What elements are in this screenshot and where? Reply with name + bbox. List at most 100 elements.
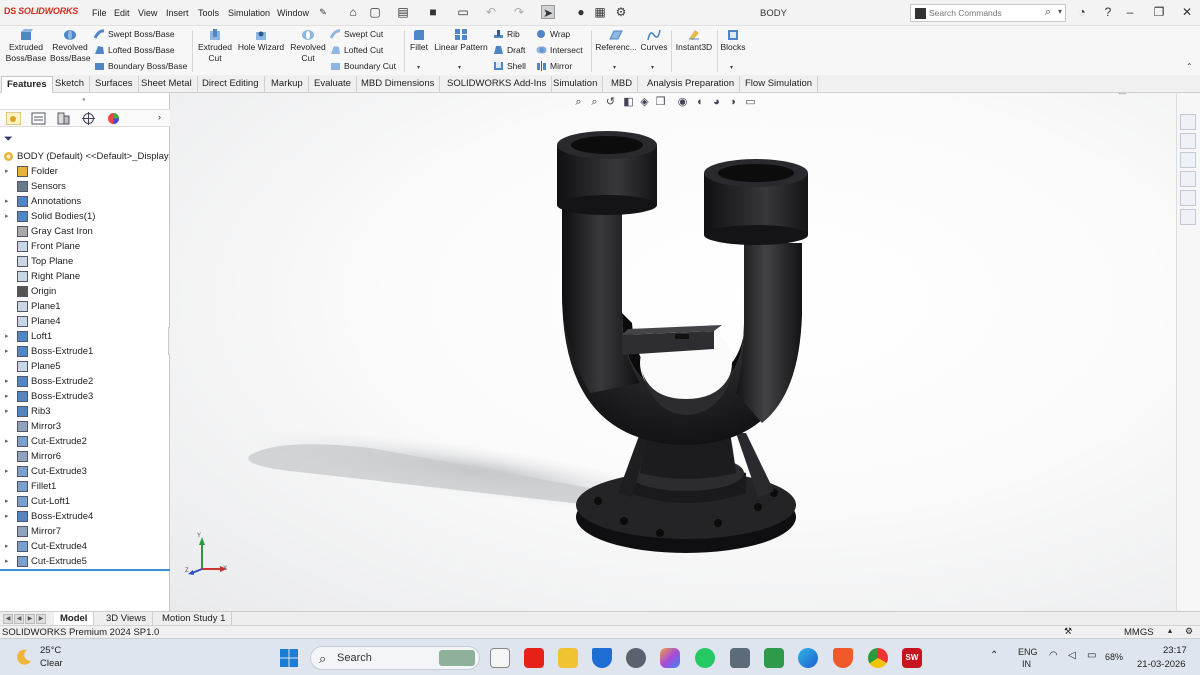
- expand-arrow-icon[interactable]: ▸: [5, 434, 9, 449]
- expand-arrow-icon[interactable]: ▸: [5, 329, 9, 344]
- whatsapp-icon[interactable]: [695, 648, 715, 668]
- tree-item[interactable]: Plane1: [0, 299, 170, 314]
- panel-grip-icon[interactable]: ●: [82, 97, 86, 103]
- tree-item[interactable]: ▸ Solid Bodies(1): [0, 209, 170, 224]
- next-tab-arrow-icon[interactable]: ▶: [25, 614, 35, 624]
- revolved-boss-button[interactable]: Revolved Boss/Base: [50, 28, 91, 64]
- expand-arrow-icon[interactable]: ▸: [5, 209, 9, 224]
- unit-system[interactable]: MMGS: [1124, 627, 1154, 638]
- lofted-boss-button[interactable]: Lofted Boss/Base: [94, 45, 175, 55]
- fillet-dropdown-icon[interactable]: ▾: [417, 64, 420, 71]
- wifi-icon[interactable]: ◠: [1049, 650, 1058, 661]
- rebuild-status-icon[interactable]: ⚒: [1064, 626, 1072, 637]
- tab-sketch[interactable]: Sketch: [50, 76, 91, 93]
- file-explorer-taskbar-icon[interactable]: [558, 648, 578, 668]
- hole-wizard-button[interactable]: Hole Wizard: [236, 28, 286, 53]
- file-explorer-icon[interactable]: [1180, 152, 1196, 168]
- menu-tools[interactable]: Tools: [198, 8, 219, 18]
- brave-browser-icon[interactable]: [833, 648, 853, 668]
- custom-properties-icon[interactable]: [1180, 209, 1196, 225]
- search-commands-box[interactable]: ⌕ ▾: [910, 4, 1066, 22]
- ribbon-collapse-icon[interactable]: ⌃: [1186, 62, 1193, 71]
- edge-browser-icon[interactable]: [798, 648, 818, 668]
- pin-icon[interactable]: ✎: [316, 5, 330, 19]
- mirror-button[interactable]: Mirror: [536, 61, 572, 71]
- rollback-bar[interactable]: [0, 569, 170, 571]
- options-gear-icon[interactable]: ⚙: [614, 5, 628, 19]
- tab-mbd[interactable]: MBD: [606, 76, 639, 93]
- tree-item[interactable]: Mirror7: [0, 524, 170, 539]
- extruded-cut-button[interactable]: Extruded Cut: [196, 28, 234, 64]
- filter-icon[interactable]: ⏷: [4, 133, 13, 146]
- windows-start-icon[interactable]: [279, 648, 299, 668]
- tab-direct-editing[interactable]: Direct Editing: [197, 76, 265, 93]
- expand-arrow-icon[interactable]: ▸: [5, 344, 9, 359]
- view-palette-icon[interactable]: [1180, 171, 1196, 187]
- property-manager-tab-icon[interactable]: [31, 112, 46, 125]
- chrome-browser-icon[interactable]: [868, 648, 888, 668]
- restore-icon[interactable]: ❐: [1152, 5, 1166, 19]
- search-commands-input[interactable]: [929, 6, 1039, 20]
- first-tab-arrow-icon[interactable]: ◀: [3, 614, 13, 624]
- menu-file[interactable]: File: [92, 8, 107, 18]
- print-icon[interactable]: ▭: [456, 5, 470, 19]
- menu-edit[interactable]: Edit: [114, 8, 130, 18]
- part-model-view[interactable]: [170, 93, 1176, 611]
- security-shield-icon[interactable]: [592, 648, 612, 668]
- tab-markup[interactable]: Markup: [266, 76, 309, 93]
- last-tab-arrow-icon[interactable]: ▶: [36, 614, 46, 624]
- expand-arrow-icon[interactable]: ▸: [5, 509, 9, 524]
- traffic-light-icon[interactable]: ●: [574, 5, 588, 19]
- intersect-button[interactable]: Intersect: [536, 45, 583, 55]
- help-icon[interactable]: ?: [1101, 5, 1115, 19]
- chevron-down-icon[interactable]: ▾: [1058, 7, 1062, 16]
- solidworks-logo[interactable]: DS SOLIDWORKS: [4, 6, 78, 16]
- wrap-button[interactable]: Wrap: [536, 29, 570, 39]
- tree-item[interactable]: ▸ Cut-Extrude2: [0, 434, 170, 449]
- curves-button[interactable]: Curves: [639, 28, 669, 53]
- boundary-cut-button[interactable]: Boundary Cut: [330, 61, 396, 71]
- menu-view[interactable]: View: [138, 8, 157, 18]
- curves-dropdown-icon[interactable]: ▾: [651, 64, 654, 71]
- display-manager-tab-icon[interactable]: [106, 112, 121, 125]
- blocks-dropdown-icon[interactable]: ▾: [730, 64, 733, 71]
- fillet-button[interactable]: Fillet: [406, 28, 432, 53]
- weather-description[interactable]: Clear: [40, 658, 63, 669]
- solidworks-taskbar-icon[interactable]: SW: [902, 648, 922, 668]
- pattern-dropdown-icon[interactable]: ▾: [458, 64, 461, 71]
- expand-arrow-icon[interactable]: ▸: [5, 554, 9, 569]
- tree-item[interactable]: Mirror3: [0, 419, 170, 434]
- taskbar-search-box[interactable]: ⌕ Search: [310, 646, 480, 670]
- boundary-boss-button[interactable]: Boundary Boss/Base: [94, 61, 187, 71]
- settings-gear-icon[interactable]: [626, 648, 646, 668]
- tree-item[interactable]: ▸ Cut-Extrude4: [0, 539, 170, 554]
- tree-item[interactable]: Sensors: [0, 179, 170, 194]
- open-folder-icon[interactable]: ▤: [396, 5, 410, 19]
- file-properties-icon[interactable]: ▦: [593, 5, 607, 19]
- tab-surfaces[interactable]: Surfaces: [90, 76, 139, 93]
- clock-date[interactable]: 21-03-2026: [1137, 659, 1186, 670]
- appearances-icon[interactable]: [1180, 190, 1196, 206]
- tab-3d-views[interactable]: 3D Views: [100, 612, 153, 626]
- expand-arrow-icon[interactable]: ▸: [5, 539, 9, 554]
- swept-cut-button[interactable]: Swept Cut: [330, 29, 383, 39]
- select-arrow-icon[interactable]: ➤: [541, 5, 555, 20]
- new-document-icon[interactable]: ▢: [368, 5, 382, 19]
- youtube-icon[interactable]: [524, 648, 544, 668]
- configuration-manager-tab-icon[interactable]: [56, 112, 71, 125]
- tree-item[interactable]: ▸ Folder: [0, 164, 170, 179]
- tab-simulation[interactable]: Simulation: [548, 76, 604, 93]
- search-icon[interactable]: ⌕: [1045, 6, 1051, 19]
- draft-button[interactable]: Draft: [493, 45, 525, 55]
- tree-item[interactable]: ▸ Loft1: [0, 329, 170, 344]
- tree-item[interactable]: ▸ Boss-Extrude2: [0, 374, 170, 389]
- feature-manager-tab-icon[interactable]: [6, 112, 21, 125]
- tree-item[interactable]: Top Plane: [0, 254, 170, 269]
- tab-sheet-metal[interactable]: Sheet Metal: [136, 76, 198, 93]
- tab-solidworks-add-ins[interactable]: SOLIDWORKS Add-Ins: [442, 76, 553, 93]
- tray-overflow-chevron-icon[interactable]: ⌃: [990, 650, 998, 661]
- expand-arrow-icon[interactable]: ▸: [5, 164, 9, 179]
- rib-button[interactable]: Rib: [493, 29, 520, 39]
- blocks-button[interactable]: Blocks: [719, 28, 747, 53]
- menu-simulation[interactable]: Simulation: [228, 8, 270, 18]
